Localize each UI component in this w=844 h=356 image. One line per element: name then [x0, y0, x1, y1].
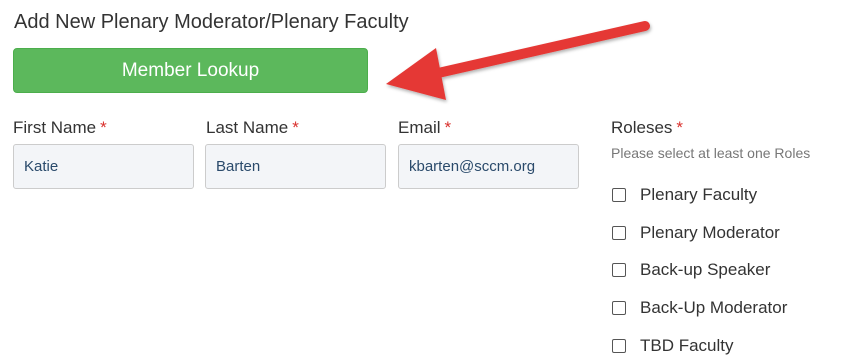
email-label-text: Email: [398, 118, 441, 137]
roles-label: Roleses *: [611, 118, 683, 138]
role-label: TBD Faculty: [640, 336, 734, 355]
role-option-plenary-moderator[interactable]: Plenary Moderator: [611, 222, 780, 244]
role-label: Back-Up Moderator: [640, 298, 788, 317]
role-option-back-up-speaker[interactable]: Back-up Speaker: [611, 259, 770, 281]
role-label: Plenary Moderator: [640, 223, 780, 242]
required-marker: *: [100, 118, 107, 137]
role-option-back-up-moderator[interactable]: Back-Up Moderator: [611, 297, 787, 319]
member-lookup-button[interactable]: Member Lookup: [13, 48, 368, 93]
role-checkbox[interactable]: [612, 226, 626, 240]
role-checkbox[interactable]: [612, 188, 626, 202]
role-option-plenary-faculty[interactable]: Plenary Faculty: [611, 184, 757, 206]
red-arrow-icon: [386, 21, 650, 100]
required-marker: *: [676, 118, 684, 137]
form-title: Add New Plenary Moderator/Plenary Facult…: [14, 11, 409, 33]
role-label: Plenary Faculty: [640, 185, 758, 204]
last-name-label-text: Last Name: [206, 118, 289, 137]
first-name-input[interactable]: [13, 144, 194, 189]
roles-hint: Please select at least one Roles: [611, 145, 811, 161]
plenary-form: Add New Plenary Moderator/Plenary Facult…: [0, 0, 844, 356]
role-checkbox[interactable]: [612, 301, 626, 315]
email-label: Email *: [398, 118, 451, 138]
email-input[interactable]: [398, 144, 579, 189]
role-label: Back-up Speaker: [640, 260, 771, 279]
first-name-label-text: First Name: [13, 118, 97, 137]
roles-label-text: Roleses: [611, 118, 673, 137]
first-name-label: First Name *: [13, 118, 107, 138]
role-checkbox[interactable]: [612, 339, 626, 353]
role-option-tbd-faculty[interactable]: TBD Faculty: [611, 335, 734, 356]
required-marker: *: [444, 118, 452, 137]
required-marker: *: [292, 118, 299, 137]
role-checkbox[interactable]: [612, 263, 626, 277]
last-name-input[interactable]: [205, 144, 386, 189]
last-name-label: Last Name *: [206, 118, 299, 138]
